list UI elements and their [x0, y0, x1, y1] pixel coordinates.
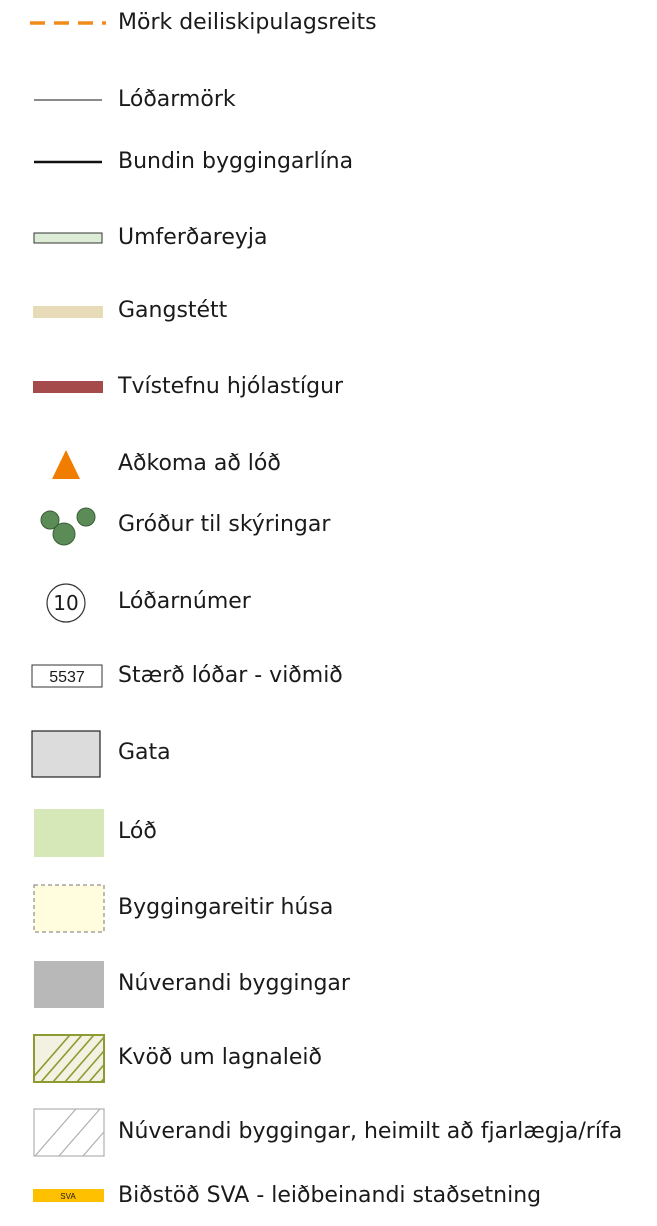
legend-label: Bundin byggingarlína [118, 149, 354, 174]
legend-item-building-area: Byggingareitir húsa [0, 878, 657, 938]
lot-size-box-icon: 5537 [28, 646, 108, 706]
removable-building-hatch-icon [28, 1102, 108, 1162]
legend-item-lot-number: 10 Lóðarnúmer [0, 572, 657, 632]
legend-label: Gata [118, 740, 171, 765]
legend-label: Tvístefnu hjólastígur [118, 374, 344, 399]
legend-label: Núverandi byggingar [118, 971, 350, 996]
sva-plate-text: SVA [60, 1192, 76, 1201]
map-legend: Mörk deiliskipulagsreits Lóðarmörk Bundi… [0, 0, 657, 1226]
legend-item-utility-easement: Kvöð um lagnaleið [0, 1028, 657, 1088]
legend-label: Núverandi byggingar, heimilt að fjarlægj… [118, 1119, 623, 1144]
legend-item-sidewalk: Gangstétt [0, 281, 657, 341]
legend-label: Mörk deiliskipulagsreits [118, 10, 377, 35]
legend-label: Umferðareyja [118, 225, 268, 250]
legend-label: Lóðarnúmer [118, 589, 251, 614]
legend-item-plan-boundary: Mörk deiliskipulagsreits [0, 0, 657, 53]
legend-item-lot: Lóð [0, 802, 657, 862]
bike-path-icon [28, 357, 108, 417]
legend-item-lot-access: Aðkoma að lóð [0, 434, 657, 494]
orange-dashed-line-icon [28, 0, 108, 53]
legend-label: Aðkoma að lóð [118, 451, 281, 476]
sidewalk-icon [28, 281, 108, 341]
lot-number-text: 10 [53, 591, 78, 615]
traffic-island-icon [28, 208, 108, 268]
legend-label: Lóð [118, 819, 157, 844]
legend-label: Gróður til skýringar [118, 512, 331, 537]
legend-label: Kvöð um lagnaleið [118, 1045, 322, 1070]
street-box-icon [28, 723, 108, 783]
lot-size-text: 5537 [49, 669, 85, 686]
orange-triangle-icon [28, 434, 108, 494]
legend-item-removable-buildings: Núverandi byggingar, heimilt að fjarlægj… [0, 1102, 657, 1162]
utility-easement-hatch-icon [28, 1028, 108, 1088]
existing-building-box-icon [28, 954, 108, 1014]
legend-item-bike-path: Tvístefnu hjólastígur [0, 357, 657, 417]
lot-number-circle-icon: 10 [28, 572, 108, 632]
building-area-box-icon [28, 878, 108, 938]
legend-item-fixed-building-line: Bundin byggingarlína [0, 132, 657, 192]
legend-item-lot-size: 5537 Stærð lóðar - viðmið [0, 646, 657, 706]
legend-item-existing-buildings: Núverandi byggingar [0, 954, 657, 1014]
legend-item-traffic-island: Umferðareyja [0, 208, 657, 268]
legend-label: Stærð lóðar - viðmið [118, 663, 343, 688]
thick-line-icon [28, 132, 108, 192]
bus-stop-sva-icon: SVA [28, 1166, 108, 1226]
legend-label: Gangstétt [118, 298, 228, 323]
thin-line-icon [28, 70, 108, 130]
vegetation-circles-icon [28, 495, 108, 555]
legend-label: Lóðarmörk [118, 87, 236, 112]
legend-item-lot-boundary: Lóðarmörk [0, 70, 657, 130]
legend-label: Biðstöð SVA - leiðbeinandi staðsetning [118, 1183, 542, 1208]
lot-box-icon [28, 802, 108, 862]
legend-item-street: Gata [0, 723, 657, 783]
legend-item-vegetation: Gróður til skýringar [0, 495, 657, 555]
legend-label: Byggingareitir húsa [118, 895, 334, 920]
legend-item-bus-stop: SVA Biðstöð SVA - leiðbeinandi staðsetni… [0, 1166, 657, 1226]
